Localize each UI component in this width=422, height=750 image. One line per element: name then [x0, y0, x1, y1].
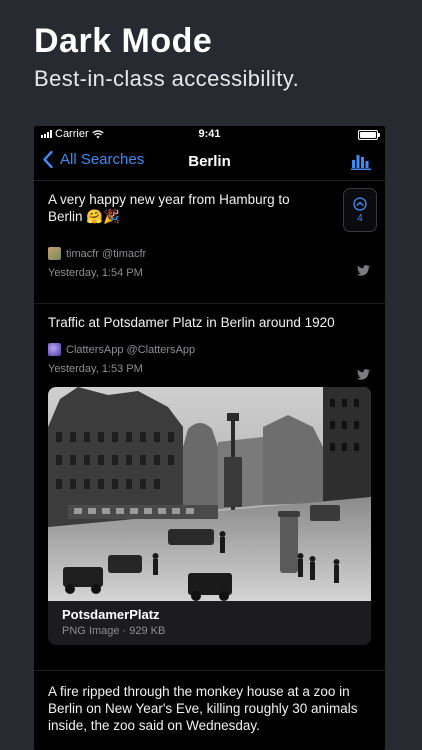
attachment-name: PotsdamerPlatz	[62, 607, 160, 622]
attachment-info: PNG Image · 929 KB	[62, 625, 166, 637]
twitter-bird-icon[interactable]	[357, 369, 370, 380]
attachment-meta: PotsdamerPlatz PNG Image · 929 KB	[48, 601, 371, 645]
avatar	[48, 247, 61, 260]
navigation-bar: All Searches Berlin	[34, 144, 385, 181]
bar-chart-icon[interactable]	[351, 154, 371, 170]
battery-icon	[358, 130, 380, 140]
image-attachment[interactable]: PotsdamerPlatz PNG Image · 929 KB	[48, 387, 371, 645]
tweet-author[interactable]: ClattersApp @ClattersApp	[48, 343, 371, 356]
tweet-text: A fire ripped through the monkey house a…	[48, 684, 358, 733]
avatar	[48, 343, 61, 356]
status-time: 9:41	[198, 128, 221, 140]
promo-title: Dark Mode	[34, 22, 213, 60]
tweet-text: Traffic at Potsdamer Platz in Berlin aro…	[48, 315, 335, 330]
tweet-date: Yesterday, 1:54 PM	[48, 267, 143, 279]
tweet-item[interactable]: A very happy new year from Hamburg to Be…	[34, 181, 385, 304]
tweet-item[interactable]: Traffic at Potsdamer Platz in Berlin aro…	[34, 304, 385, 671]
photo-potsdamer-platz	[48, 387, 371, 601]
tweet-text: A very happy new year from Hamburg to Be…	[48, 192, 290, 224]
promo-subtitle: Best-in-class accessibility.	[34, 66, 300, 91]
nav-title: Berlin	[188, 153, 231, 170]
tweet-item[interactable]: A fire ripped through the monkey house a…	[34, 671, 385, 734]
attachment-photo[interactable]	[48, 387, 371, 601]
author-handle: timacfr @timacfr	[66, 247, 147, 260]
twitter-bird-icon[interactable]	[357, 265, 370, 276]
author-handle: ClattersApp @ClattersApp	[66, 343, 196, 356]
tweet-author[interactable]: timacfr @timacfr	[48, 247, 371, 260]
phone-screen: Carrier 9:41 All Searches Berlin 4 A ver…	[34, 126, 385, 750]
tweet-date: Yesterday, 1:53 PM	[48, 363, 143, 375]
status-bar: Carrier 9:41	[34, 126, 385, 144]
